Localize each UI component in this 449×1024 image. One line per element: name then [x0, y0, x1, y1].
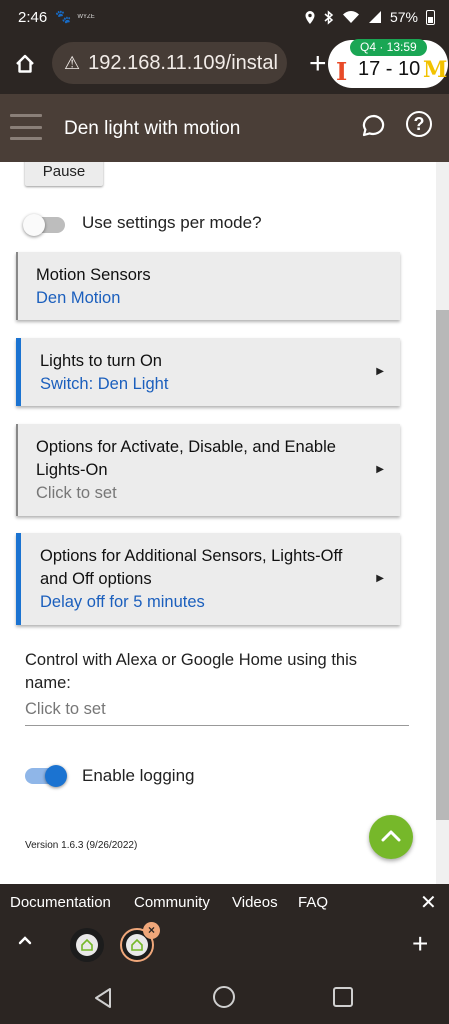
scroll-to-top-button[interactable] — [369, 815, 413, 859]
battery-icon — [426, 9, 435, 25]
lights-to-turn-on-card[interactable]: Lights to turn On Switch: Den Light ▶ — [16, 338, 400, 406]
voice-name-input[interactable]: Click to set — [25, 700, 409, 726]
bluetooth-icon — [324, 9, 334, 25]
additional-sensors-options-card[interactable]: Options for Additional Sensors, Lights-O… — [16, 533, 400, 625]
back-icon[interactable] — [92, 986, 114, 1010]
videos-link[interactable]: Videos — [232, 894, 278, 911]
card-subtitle: Delay off for 5 minutes — [40, 593, 205, 611]
settings-per-mode-label: Use settings per mode? — [82, 213, 262, 232]
chevron-right-icon: ▶ — [376, 366, 384, 377]
voice-name-label: Control with Alexa or Google Home using … — [25, 651, 357, 692]
app-content: Pause Use settings per mode? Motion Sens… — [0, 162, 436, 884]
address-bar[interactable]: ⚠ 192.168.11.109/instal — [52, 42, 287, 84]
scrollbar-thumb[interactable] — [436, 310, 449, 820]
location-icon — [305, 10, 315, 24]
team-left-logo: I — [336, 57, 348, 86]
team-right-logo: M — [423, 57, 448, 83]
paw-icon: 🐾 — [55, 9, 72, 24]
home-nav-icon[interactable] — [213, 986, 235, 1008]
wifi-icon — [342, 11, 359, 23]
url-text: 192.168.11.109/instal — [88, 51, 278, 74]
add-tab-icon[interactable]: + — [412, 928, 428, 960]
card-subtitle: Den Motion — [36, 289, 121, 307]
live-score-badge[interactable]: Q4 · 13:59 I 17 - 10 M — [328, 39, 448, 88]
motion-sensors-card[interactable]: Motion Sensors Den Motion — [16, 252, 400, 320]
battery-percent: 57% — [389, 9, 418, 25]
tab-strip: + — [0, 920, 449, 970]
card-subtitle: Switch: Den Light — [40, 375, 169, 393]
close-footer-icon[interactable]: ✕ — [420, 890, 437, 915]
page-title: Den light with motion — [64, 118, 241, 139]
chevron-right-icon: ▶ — [376, 573, 384, 584]
home-icon — [16, 54, 34, 73]
version-text: Version 1.6.3 (9/26/2022) — [25, 840, 138, 851]
score-text: 17 - 10 — [358, 58, 421, 80]
page-scrollbar[interactable] — [436, 162, 449, 884]
status-right: 57% — [304, 9, 435, 25]
not-secure-warning-icon[interactable]: ⚠ — [64, 53, 80, 74]
status-bar: 2:46 🐾 WYZE 57% — [0, 0, 449, 34]
help-icon[interactable]: ? — [406, 111, 432, 137]
system-nav-bar — [0, 970, 449, 1024]
wyze-notification-icon: WYZE — [77, 14, 95, 20]
app-header: Den light with motion ? — [0, 94, 449, 162]
browser-home-button[interactable] — [0, 34, 50, 94]
chat-bubble-icon[interactable] — [360, 112, 388, 140]
hubitat-logo-icon — [126, 934, 148, 956]
hubitat-logo-icon — [76, 934, 98, 956]
settings-per-mode-toggle[interactable] — [23, 214, 65, 236]
chevron-up-icon — [381, 830, 401, 842]
footer-links-bar: Documentation Community Videos FAQ ✕ — [0, 884, 449, 920]
card-title: Motion Sensors — [36, 266, 151, 284]
hamburger-menu-icon[interactable] — [10, 114, 42, 140]
card-title: Options for Additional Sensors, Lights-O… — [40, 547, 343, 588]
faq-link[interactable]: FAQ — [298, 894, 328, 911]
toggle-knob — [45, 765, 67, 787]
status-time: 2:46 — [18, 8, 48, 26]
close-tab-icon[interactable]: × — [143, 922, 160, 939]
enable-logging-label: Enable logging — [82, 766, 195, 785]
recent-apps-icon[interactable] — [333, 987, 353, 1007]
chevron-right-icon: ▶ — [376, 464, 384, 475]
pause-button[interactable]: Pause — [25, 162, 103, 186]
community-link[interactable]: Community — [134, 894, 210, 911]
expand-tabs-icon[interactable] — [16, 932, 34, 950]
game-clock: Q4 · 13:59 — [350, 39, 427, 56]
tab-thumbnail[interactable] — [70, 928, 104, 962]
documentation-link[interactable]: Documentation — [10, 894, 111, 911]
signal-icon — [368, 11, 381, 23]
card-subtitle: Click to set — [36, 484, 117, 502]
activate-options-card[interactable]: Options for Activate, Disable, and Enabl… — [16, 424, 400, 516]
card-title: Lights to turn On — [40, 352, 162, 370]
enable-logging-toggle[interactable] — [25, 765, 67, 787]
toggle-knob — [23, 214, 45, 236]
card-title: Options for Activate, Disable, and Enabl… — [36, 438, 336, 479]
